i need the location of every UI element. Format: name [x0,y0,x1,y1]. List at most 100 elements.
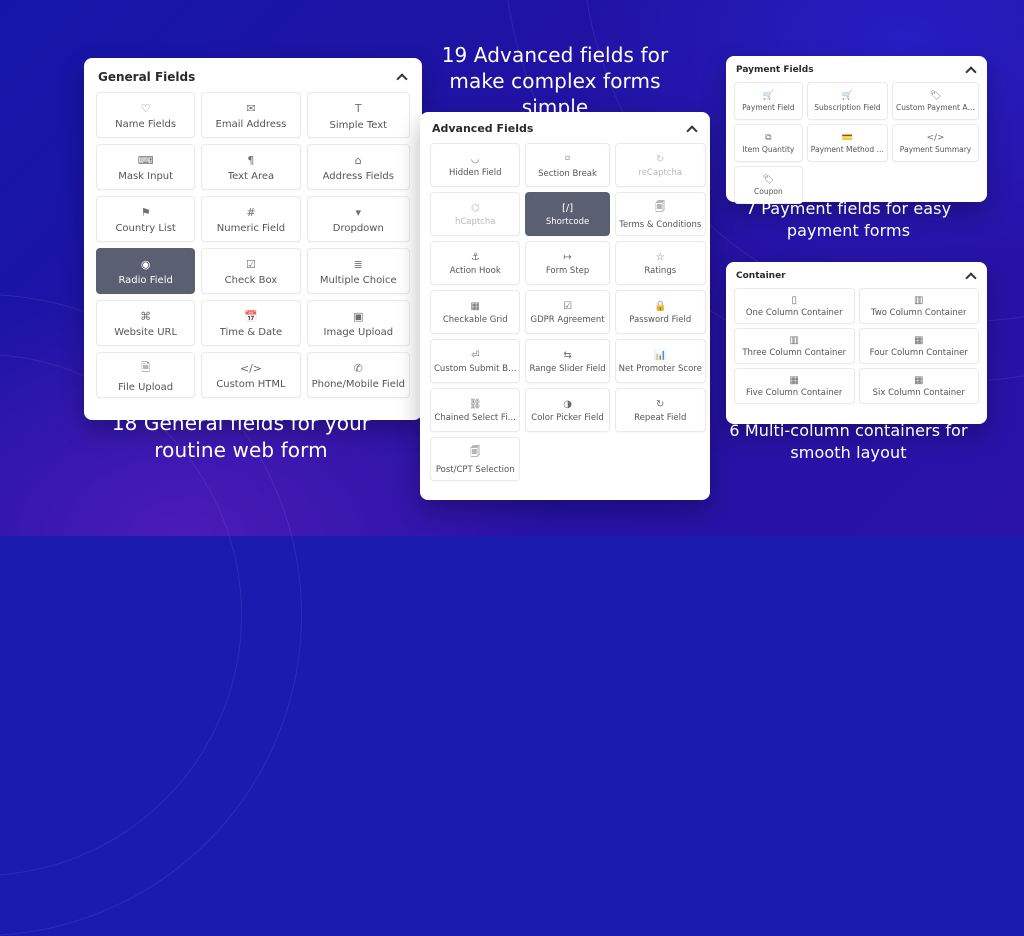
field-tile-nps[interactable]: 📊Net Promoter Score [615,339,706,383]
checkbox-icon: ☑ [246,258,256,271]
field-tile-slider[interactable]: ⇆ Range Slider Field [525,339,609,383]
field-tile-phone[interactable]: ✆Phone/Mobile Field [307,352,410,398]
field-tile-hook[interactable]: ⚓Action Hook [430,241,520,285]
multiple-choice-icon: ≣ [354,258,363,271]
star-icon: ☆ [656,252,665,263]
chevron-up-icon [965,270,977,282]
field-tile-hcaptcha[interactable]: ⌬hCaptcha [430,192,520,236]
field-tile-password[interactable]: 🔒 Password Field [615,290,706,334]
field-tile-grid[interactable]: ▦Checkable Grid [430,290,520,334]
payment-icon: 🛒 [763,91,774,101]
payment-caption: 7 Payment fields for easy payment forms [726,198,971,241]
field-label: Coupon [754,187,783,196]
container-caption: 6 Multi-column containers for smooth lay… [706,420,991,463]
field-tile-terms[interactable]: 🗐Terms & Conditions [615,192,706,236]
password-icon: 🔒 [654,301,666,312]
section-icon: ⸋ [565,152,570,166]
field-tile-three-col[interactable]: ▥Three Column Container [734,328,855,364]
field-tile-email[interactable]: ✉Email Address [201,92,300,138]
field-tile-text[interactable]: ＴSimple Text [307,92,410,138]
field-label: Shortcode [546,217,589,227]
field-label: Range Slider Field [529,364,605,374]
field-tile-flag[interactable]: ⚑Country List [96,196,195,242]
field-tile-section[interactable]: ⸋Section Break [525,143,609,187]
field-tile-one-col[interactable]: ▯One Column Container [734,288,855,324]
field-label: Subscription Field [814,103,880,112]
field-tile-subscription[interactable]: 🛒Subscription Field [807,82,888,120]
field-label: Repeat Field [634,413,686,423]
field-tile-summary[interactable]: </> Payment Summary [892,124,979,162]
radio-icon: ◉ [141,258,151,271]
field-label: Checkable Grid [443,315,508,325]
field-label: Payment Summary [900,145,971,154]
field-label: Chained Select Fi… [434,413,516,423]
field-label: One Column Container [746,308,843,318]
field-tile-post[interactable]: 🗐Post/CPT Selection [430,437,520,481]
field-tile-four-col[interactable]: ▦Four Column Container [859,328,980,364]
field-label: Payment Method … [811,145,884,154]
field-tile-hidden[interactable]: ◡Hidden Field [430,143,520,187]
field-tile-shortcode[interactable]: [/]Shortcode [525,192,609,236]
slider-icon: ⇆ [563,350,571,361]
field-tile-two-col[interactable]: ▥Two Column Container [859,288,980,324]
field-tile-quantity[interactable]: ⧉ Item Quantity [734,124,803,162]
field-label: Dropdown [333,223,384,234]
field-label: Post/CPT Selection [436,465,515,475]
field-tile-dropdown[interactable]: ▾Dropdown [307,196,410,242]
email-icon: ✉ [246,102,255,115]
chevron-up-icon [965,64,977,76]
calendar-icon: 📅 [244,310,258,323]
field-tile-file[interactable]: 🗎File Upload [96,352,195,398]
field-label: Custom Payment A… [896,103,975,112]
panel-header[interactable]: General Fields [98,70,408,84]
field-tile-number[interactable]: #Numeric Field [201,196,300,242]
field-tile-radio[interactable]: ◉Radio Field [96,248,195,294]
field-tile-custom-payment[interactable]: 🏷Custom Payment A… [892,82,979,120]
field-tile-image[interactable]: ▣Image Upload [307,300,410,346]
field-tile-user[interactable]: ♡Name Fields [96,92,195,138]
method-icon: 💳 [842,133,853,143]
field-tile-chain[interactable]: ⛓Chained Select Fi… [430,388,520,432]
field-label: Item Quantity [742,145,794,154]
panel-header[interactable]: Payment Fields [736,64,977,76]
field-tile-step[interactable]: ↦Form Step [525,241,609,285]
phone-icon: ✆ [354,362,363,375]
field-tile-mask[interactable]: ⌨Mask Input [96,144,195,190]
field-tile-link[interactable]: ⌘Website URL [96,300,195,346]
field-tile-color[interactable]: ◑Color Picker Field [525,388,609,432]
quantity-icon: ⧉ [765,133,771,143]
mask-icon: ⌨ [138,154,154,167]
field-label: Time & Date [220,327,283,338]
field-label: hCaptcha [455,217,496,227]
general-fields-panel: General Fields ♡Name Fields✉Email Addres… [84,58,422,420]
panel-header[interactable]: Advanced Fields [432,122,698,135]
field-tile-star[interactable]: ☆Ratings [615,241,706,285]
field-tile-payment[interactable]: 🛒Payment Field [734,82,803,120]
field-tile-textarea[interactable]: ¶Text Area [201,144,300,190]
field-tile-repeat[interactable]: ↻Repeat Field [615,388,706,432]
panel-header[interactable]: Container [736,270,977,282]
field-label: Check Box [225,275,278,286]
field-tile-six-col[interactable]: ▦Six Column Container [859,368,980,404]
field-label: Password Field [629,315,691,325]
container-grid: ▯One Column Container▥Two Column Contain… [734,288,979,404]
field-tile-recaptcha[interactable]: ↻reCaptcha [615,143,706,187]
field-tile-calendar[interactable]: 📅 Time & Date [201,300,300,346]
field-tile-method[interactable]: 💳 Payment Method … [807,124,888,162]
field-tile-checkbox[interactable]: ☑ Check Box [201,248,300,294]
payment-fields-panel: Payment Fields 🛒Payment Field🛒Subscripti… [726,56,987,202]
recaptcha-icon: ↻ [656,154,664,165]
field-label: Custom HTML [216,379,285,390]
field-tile-multiple-choice[interactable]: ≣Multiple Choice [307,248,410,294]
field-tile-html[interactable]: </>Custom HTML [201,352,300,398]
field-tile-address[interactable]: ⌂Address Fields [307,144,410,190]
field-label: File Upload [118,382,173,393]
number-icon: # [246,206,255,219]
three-col-icon: ▥ [790,335,799,346]
field-tile-gdpr[interactable]: ☑GDPR Agreement [525,290,609,334]
field-label: Six Column Container [873,388,965,398]
field-tile-submit[interactable]: ⏎Custom Submit B… [430,339,520,383]
field-tile-five-col[interactable]: ▦Five Column Container [734,368,855,404]
summary-icon: </> [926,133,944,143]
advanced-fields-grid: ◡Hidden Field⸋Section Break↻reCaptcha⌬hC… [430,143,700,481]
